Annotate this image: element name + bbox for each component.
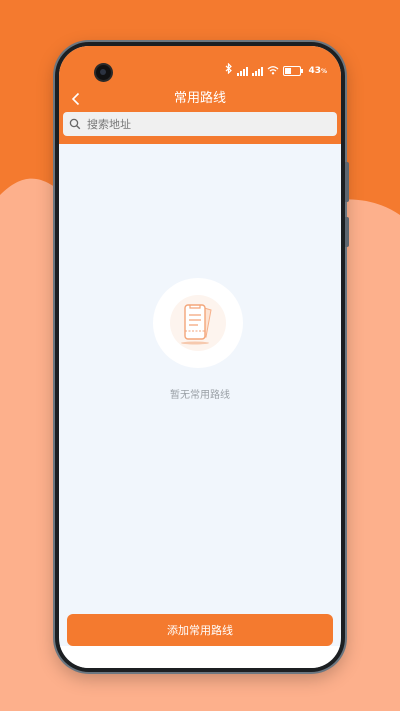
search-bar[interactable] [63,112,337,136]
signal-icon [252,66,264,76]
page-title: 常用路线 [173,91,226,106]
wifi-icon [267,65,279,78]
search-icon [63,112,87,136]
status-bar: 43% [225,62,327,79]
empty-state-message: 暂无常用路线 [170,390,230,401]
battery-level: 43% [308,66,327,76]
promo-background: 43% 常用路线 搜索地址 暂无常用路线 添加常用路线 [0,0,400,711]
app-header: 43% 常用路线 [59,46,341,144]
empty-state-illustration [153,278,243,368]
ticket-icon [170,295,226,351]
app-screen: 43% 常用路线 搜索地址 暂无常用路线 添加常用路线 [59,46,341,668]
search-input[interactable] [87,117,287,131]
add-route-button[interactable]: 添加常用路线 [67,614,333,646]
power-button [345,217,349,247]
front-camera [96,65,111,80]
signal-icon [237,66,249,76]
battery-icon [283,66,304,76]
volume-button [345,162,349,202]
phone-frame: 43% 常用路线 搜索地址 暂无常用路线 添加常用路线 [55,42,349,672]
bluetooth-icon [225,62,233,79]
bottom-safe-area [59,646,341,668]
